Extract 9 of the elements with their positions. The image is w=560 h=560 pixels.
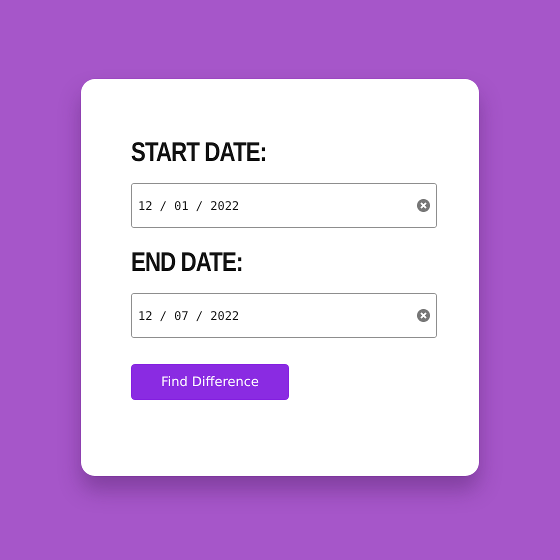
find-difference-button[interactable]: Find Difference bbox=[131, 364, 289, 400]
date-field[interactable]: 12 / 07 / 2022 bbox=[131, 293, 437, 338]
clear-icon[interactable] bbox=[417, 199, 430, 212]
date-field[interactable]: 12 / 01 / 2022 bbox=[131, 183, 437, 228]
clear-icon[interactable] bbox=[417, 309, 430, 322]
date-value: 12 / 01 / 2022 bbox=[138, 198, 240, 212]
field-label: START DATE: bbox=[131, 137, 266, 167]
field-label: END DATE: bbox=[131, 247, 243, 277]
date-value: 12 / 07 / 2022 bbox=[138, 308, 240, 322]
